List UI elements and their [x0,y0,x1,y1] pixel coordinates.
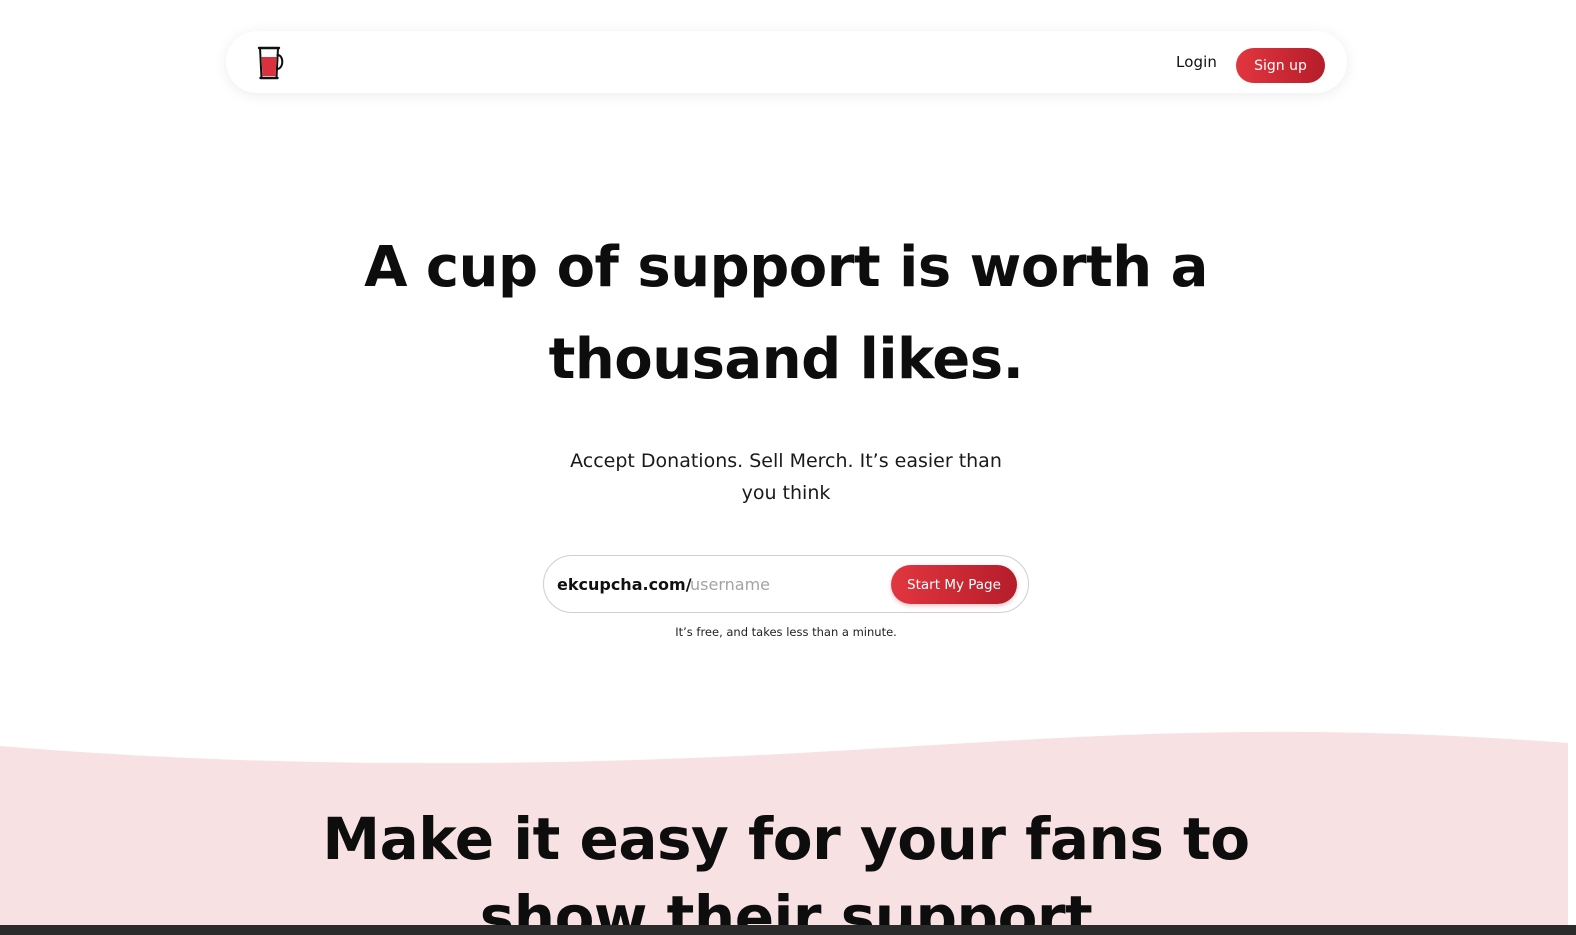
bottom-bar [0,925,1576,935]
hero-subtitle-line-2: you think [741,482,831,504]
features-title: Make it easy for your fans to show their… [284,800,1288,925]
form-note: It’s free, and takes less than a minute. [675,625,897,639]
signup-button[interactable]: Sign up [1236,48,1325,83]
url-prefix: ekcupcha.com/ [557,575,692,594]
username-signup-form: ekcupcha.com/ Start My Page [543,555,1029,613]
hero-title: A cup of support is worth a thousand lik… [286,222,1286,406]
login-link[interactable]: Login [1176,53,1217,71]
page: Login Sign up A cup of support is worth … [0,0,1576,935]
hero-title-line-1: A cup of support is worth a [364,235,1208,300]
navbar: Login Sign up [226,31,1347,93]
start-my-page-button[interactable]: Start My Page [891,565,1017,604]
features-title-line-2: show their support [479,883,1093,925]
hero-subtitle-line-1: Accept Donations. Sell Merch. It’s easie… [570,450,1002,472]
hero-subtitle: Accept Donations. Sell Merch. It’s easie… [556,445,1016,509]
hero-title-line-2: thousand likes. [548,327,1024,392]
tea-glass-icon[interactable] [256,45,288,81]
page-content[interactable]: Login Sign up A cup of support is worth … [0,0,1568,925]
features-title-line-1: Make it easy for your fans to [322,805,1250,873]
scrollbar[interactable] [1568,0,1576,935]
username-input[interactable] [690,570,880,598]
